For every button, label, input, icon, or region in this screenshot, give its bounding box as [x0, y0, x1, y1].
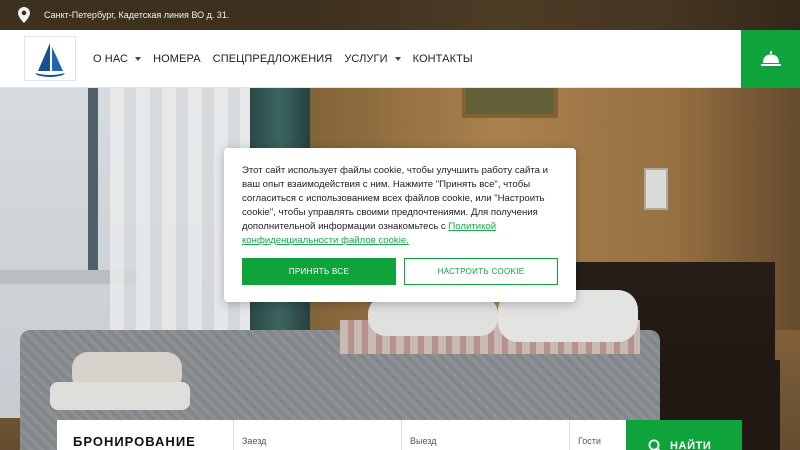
sailboat-logo-icon: [35, 42, 65, 77]
address-text: Санкт-Петербург, Кадетская линия ВО д. 3…: [44, 10, 230, 20]
top-info-bar: Санкт-Петербург, Кадетская линия ВО д. 3…: [0, 0, 800, 30]
nav-item-label: О НАС: [93, 53, 129, 65]
find-button[interactable]: НАЙТИ: [626, 420, 742, 450]
map-pin-icon: [18, 7, 30, 23]
checkin-date-field[interactable]: Заезд: [234, 420, 402, 450]
nav-item-label: УСЛУГИ: [344, 53, 388, 65]
chevron-down-icon: [135, 57, 142, 61]
nav-item-special-offers[interactable]: СПЕЦПРЕДЛОЖЕНИЯ: [213, 53, 333, 65]
nav-item-label: НОМЕРА: [153, 53, 201, 65]
search-icon: [648, 439, 661, 450]
booking-widget: БРОНИРОВАНИЕ Заезд Выезд Гости: [57, 420, 626, 450]
accept-all-button[interactable]: ПРИНЯТЬ ВСЕ: [242, 258, 396, 285]
booking-title: БРОНИРОВАНИЕ: [57, 420, 234, 450]
booking-bell-button[interactable]: [741, 30, 800, 88]
checkout-date-field[interactable]: Выезд: [402, 420, 570, 450]
reception-bell-icon: [760, 51, 781, 66]
main-navigation: О НАС НОМЕРА СПЕЦПРЕДЛОЖЕНИЯ УСЛУГИ КОНТ…: [93, 30, 485, 88]
cookie-message: Этот сайт использует файлы cookie, чтобы…: [242, 164, 558, 248]
chevron-down-icon: [394, 57, 401, 61]
cookie-message-text: Этот сайт использует файлы cookie, чтобы…: [242, 165, 549, 232]
nav-item-services[interactable]: УСЛУГИ: [344, 53, 401, 65]
nav-item-rooms[interactable]: НОМЕРА: [153, 53, 201, 65]
configure-cookie-button[interactable]: НАСТРОИТЬ COOKIE: [404, 258, 558, 285]
cookie-consent-modal: Этот сайт использует файлы cookie, чтобы…: [224, 148, 576, 302]
nav-item-label: КОНТАКТЫ: [412, 53, 473, 65]
hotel-logo[interactable]: [24, 36, 76, 81]
cookie-button-row: ПРИНЯТЬ ВСЕ НАСТРОИТЬ COOKIE: [242, 258, 558, 285]
nav-item-about[interactable]: О НАС: [93, 53, 142, 65]
nav-item-contacts[interactable]: КОНТАКТЫ: [413, 53, 473, 65]
guests-field[interactable]: Гости: [570, 420, 626, 450]
nav-item-label: СПЕЦПРЕДЛОЖЕНИЯ: [212, 53, 333, 65]
find-button-label: НАЙТИ: [670, 440, 712, 450]
